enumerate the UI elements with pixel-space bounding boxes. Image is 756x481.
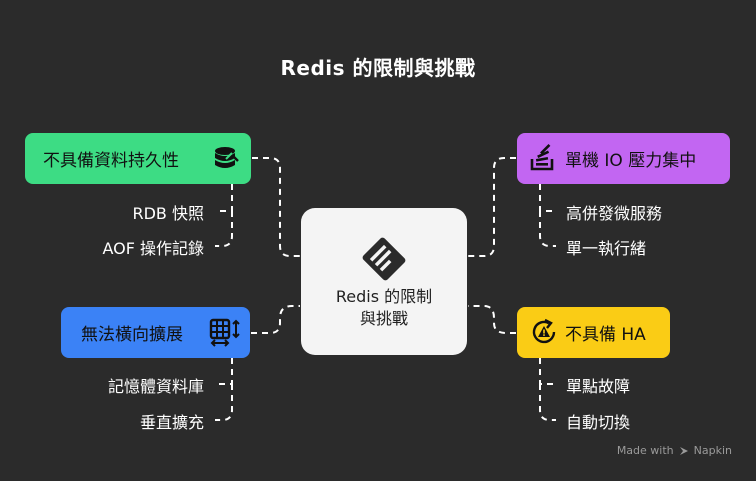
connector-leaf-spof [539, 358, 556, 385]
connector-leaf-aof [215, 211, 233, 247]
node-single-io-pressure-label: 單機 IO 壓力集中 [565, 151, 697, 171]
node-no-ha[interactable]: 不具備 HA [517, 307, 670, 358]
node-no-ha-label: 不具備 HA [565, 325, 646, 345]
table-scale-icon [209, 318, 240, 347]
connector-leaf-concurrency [539, 184, 556, 212]
leaf-vertical-scale: 垂直擴充 [139, 413, 204, 432]
made-with-label: Made with [616, 444, 674, 457]
leaf-single-point-failure: 單點故障 [566, 377, 631, 396]
leaf-single-thread: 單一執行緒 [566, 239, 647, 258]
connector-leaf-failover [539, 384, 556, 421]
center-label-line1: Redis 的限制 [335, 287, 433, 306]
leaf-rdb-snapshot: RDB 快照 [132, 204, 204, 223]
leaf-auto-failover: 自動切換 [566, 413, 631, 432]
leaf-high-concurrency: 高併發微服務 [566, 204, 663, 223]
connector-bottom-left [251, 305, 300, 334]
made-with-napkin: Made with Napkin [617, 444, 732, 457]
connector-bottom-right [468, 305, 516, 334]
connector-leaf-single-thread [539, 211, 556, 247]
connector-top-right [468, 157, 516, 257]
napkin-brand: Napkin [693, 444, 732, 457]
stack-overflow-icon [530, 144, 554, 171]
connector-leaf-memory [215, 358, 233, 385]
center-label-line2: 與挑戰 [359, 309, 408, 328]
napkin-logo-icon [679, 446, 688, 455]
connector-leaf-rdb [215, 184, 233, 212]
node-no-horizontal-scale[interactable]: 無法橫向擴展 [61, 307, 250, 358]
connector-top-left [252, 157, 300, 257]
document-icon [362, 237, 406, 281]
warning-refresh-icon [532, 318, 556, 344]
center-node[interactable]: Redis 的限制 與挑戰 [301, 208, 467, 355]
database-icon [215, 147, 239, 168]
node-no-persistence[interactable]: 不具備資料持久性 [25, 133, 251, 184]
node-no-horizontal-scale-label: 無法橫向擴展 [81, 325, 183, 345]
leaf-in-memory-db: 記憶體資料庫 [107, 377, 204, 396]
node-single-io-pressure[interactable]: 單機 IO 壓力集中 [517, 133, 730, 184]
connector-leaf-vertical [215, 384, 233, 421]
node-no-persistence-label: 不具備資料持久性 [43, 151, 179, 171]
leaf-aof-log: AOF 操作記錄 [102, 239, 204, 258]
